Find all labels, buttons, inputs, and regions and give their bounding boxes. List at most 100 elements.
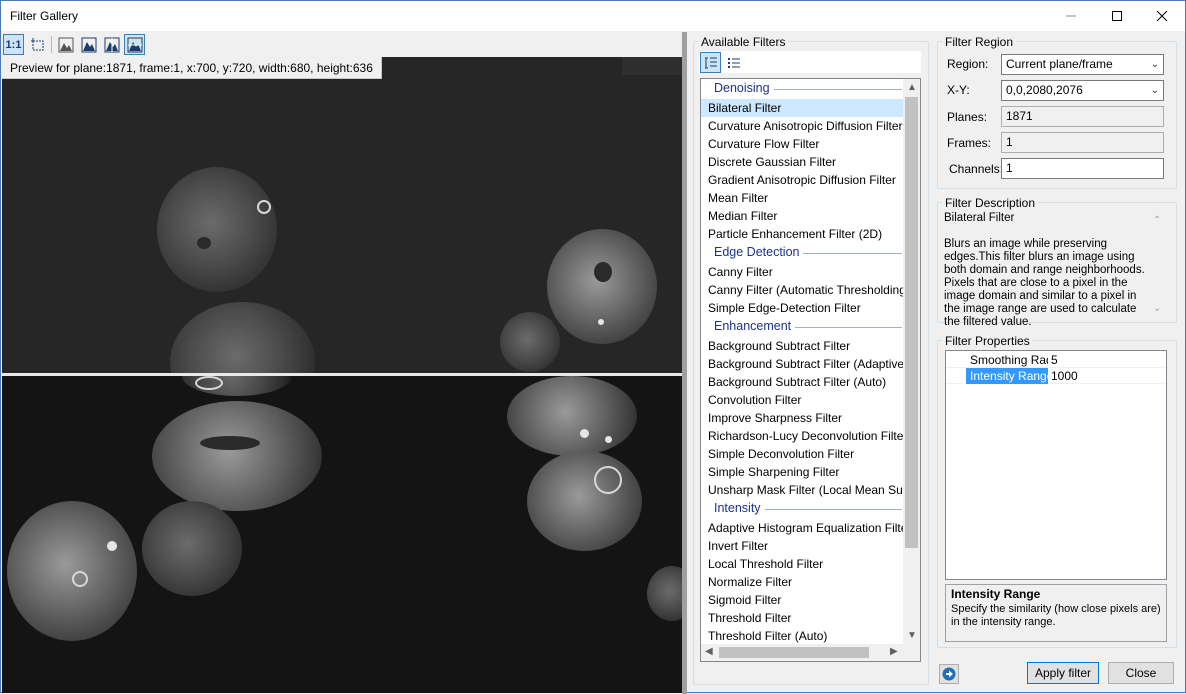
xy-value: 0,0,2080,2076 [1006, 83, 1083, 97]
filter-list-item[interactable]: Background Subtract Filter (Auto) [701, 373, 904, 391]
scroll-up-icon[interactable]: ▲ [907, 82, 917, 93]
tree-view-button[interactable] [700, 52, 721, 73]
view-side-by-side-button[interactable] [101, 34, 122, 55]
image-split-horizontal-icon [127, 37, 142, 52]
region-select[interactable]: Current plane/frame ⌄ [1001, 54, 1164, 75]
description-scroll-up-icon[interactable]: ⌃ [1153, 215, 1161, 226]
property-row-intensity-range[interactable]: Intensity Range 1000 [946, 368, 1166, 384]
channels-field[interactable]: 1 [1001, 158, 1164, 179]
filter-list-item[interactable]: Simple Deconvolution Filter [701, 445, 904, 463]
property-help-text: Specify the similarity (how close pixels… [951, 603, 1161, 628]
xy-select[interactable]: 0,0,2080,2076 ⌄ [1001, 80, 1164, 101]
property-grid[interactable]: Smoothing Radii 5 Intensity Range 1000 [945, 350, 1167, 580]
filter-list-item[interactable]: Discrete Gaussian Filter [701, 153, 904, 171]
cell-nucleus [500, 312, 560, 372]
maximize-button[interactable] [1094, 1, 1140, 31]
scroll-down-icon[interactable]: ▼ [907, 630, 917, 641]
filter-list-item[interactable]: Unsharp Mask Filter (Local Mean Subtrac [701, 481, 904, 499]
view-split-button[interactable] [124, 34, 145, 55]
frames-value: 1 [1006, 135, 1013, 149]
filter-gallery-window: Filter Gallery 1:1 Preview for plane:187… [0, 0, 1186, 694]
filter-list-item[interactable]: Richardson-Lucy Deconvolution Filter [701, 427, 904, 445]
panel-splitter[interactable] [682, 32, 687, 694]
cell-nucleus [142, 501, 242, 596]
filters-vertical-scrollbar[interactable]: ▲ ▼ [903, 79, 920, 645]
filter-list-item[interactable]: Invert Filter [701, 537, 904, 555]
channels-value: 1 [1006, 161, 1013, 175]
title-bar: Filter Gallery [1, 1, 1185, 31]
property-value[interactable]: 5 [1051, 352, 1058, 368]
planes-value: 1871 [1006, 109, 1033, 123]
scroll-thumb[interactable] [905, 97, 918, 548]
minimize-button[interactable] [1048, 1, 1094, 31]
filter-list-item[interactable]: Normalize Filter [701, 573, 904, 591]
filter-list-item[interactable]: Background Subtract Filter [701, 337, 904, 355]
filter-category-label: Enhancement [714, 319, 796, 333]
view-original-button[interactable] [55, 34, 76, 55]
description-scroll-down-icon[interactable]: ⌄ [1153, 303, 1161, 314]
cell-void [594, 262, 612, 282]
filter-properties-title: Filter Properties [942, 334, 1033, 348]
filter-list-item[interactable]: Curvature Flow Filter [701, 135, 904, 153]
property-value[interactable]: 1000 [1051, 368, 1078, 384]
filter-list-item[interactable]: Convolution Filter [701, 391, 904, 409]
filter-list-item[interactable]: Canny Filter [701, 263, 904, 281]
navigate-button[interactable] [939, 664, 959, 684]
available-filters-title: Available Filters [698, 35, 789, 49]
property-name: Intensity Range [966, 368, 1048, 384]
filter-description-text: Bilateral Filter Blurs an image while pr… [944, 212, 1150, 329]
list-view-button[interactable] [723, 52, 744, 73]
filter-list-item[interactable]: Canny Filter (Automatic Thresholding) [701, 281, 904, 299]
filter-list-item[interactable]: Simple Sharpening Filter [701, 463, 904, 481]
cell-void [200, 436, 260, 450]
filters-list-content: Denoising Bilateral Filter Curvature Aniso… [701, 79, 904, 645]
filter-list-item[interactable]: Threshold Filter (Auto) [701, 627, 904, 645]
filter-list-item[interactable]: Background Subtract Filter (Adaptive) [701, 355, 904, 373]
filter-list-item[interactable]: Adaptive Histogram Equalization Filter [701, 519, 904, 537]
close-window-button[interactable] [1139, 1, 1185, 31]
cell-nucleus [547, 229, 657, 344]
filter-list-item[interactable]: Particle Enhancement Filter (2D) [701, 225, 904, 243]
one-to-one-zoom-button[interactable]: 1:1 [3, 34, 24, 55]
list-view-icon [727, 57, 740, 68]
filter-list-item[interactable]: Curvature Anisotropic Diffusion Filter [701, 117, 904, 135]
filter-list-item[interactable]: Sigmoid Filter [701, 591, 904, 609]
preview-image[interactable] [2, 57, 682, 693]
filter-list-item[interactable]: Improve Sharpness Filter [701, 409, 904, 427]
filter-list-item[interactable]: Gradient Anisotropic Diffusion Filter [701, 171, 904, 189]
cell-vesicle [257, 200, 271, 214]
view-filtered-button[interactable] [78, 34, 99, 55]
description-filter-name: Bilateral Filter [944, 212, 1015, 224]
close-button[interactable]: Close [1108, 662, 1174, 684]
cell-vesicle [72, 571, 88, 587]
cell-nucleus [7, 501, 137, 641]
filter-list-item[interactable]: Mean Filter [701, 189, 904, 207]
property-row-smoothing-radii[interactable]: Smoothing Radii 5 [946, 352, 1166, 368]
scroll-right-icon[interactable]: ▶ [890, 646, 898, 657]
cell-nucleus [152, 401, 322, 511]
image-corner-region [622, 57, 682, 75]
image-split-vertical-icon [104, 37, 119, 52]
cell-vesicle [195, 376, 223, 390]
filters-horizontal-scrollbar[interactable]: ◀ ▶ [701, 644, 904, 661]
tree-view-icon [704, 57, 717, 68]
region-select-button[interactable] [27, 34, 48, 55]
region-value: Current plane/frame [1006, 57, 1113, 71]
cell-void [197, 237, 211, 249]
filter-list-item[interactable]: Threshold Filter [701, 609, 904, 627]
scroll-left-icon[interactable]: ◀ [705, 646, 713, 657]
original-image-half [2, 57, 682, 374]
close-icon [1156, 10, 1168, 22]
filter-list-item[interactable]: Simple Edge-Detection Filter [701, 299, 904, 317]
cell-spot [605, 436, 612, 443]
filter-list-item[interactable]: Median Filter [701, 207, 904, 225]
filters-list[interactable]: Denoising Bilateral Filter Curvature Aniso… [700, 78, 921, 662]
filter-category-header: Enhancement [701, 317, 904, 337]
filter-list-item[interactable]: Local Threshold Filter [701, 555, 904, 573]
scroll-thumb[interactable] [719, 647, 869, 658]
cell-spot [107, 541, 117, 551]
filter-list-item[interactable]: Bilateral Filter [701, 99, 904, 117]
filters-view-toolbar [699, 51, 921, 73]
filter-category-label: Denoising [714, 81, 774, 95]
apply-filter-button[interactable]: Apply filter [1027, 662, 1099, 684]
